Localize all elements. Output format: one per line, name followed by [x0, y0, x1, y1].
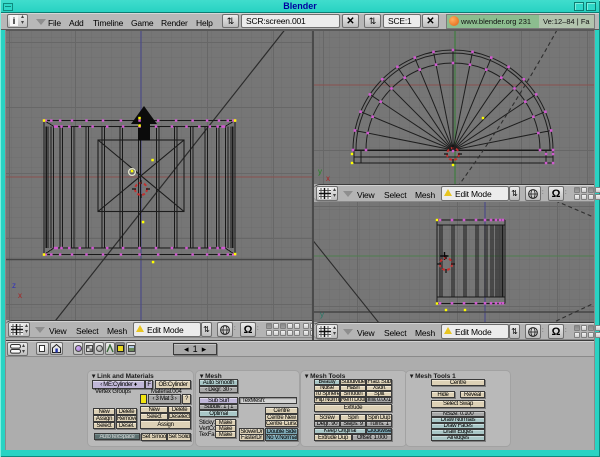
svg-text:y: y: [318, 167, 322, 176]
svg-text:x: x: [18, 291, 22, 300]
svg-text:y: y: [320, 310, 324, 319]
svg-text:x: x: [326, 174, 330, 183]
svg-text:z: z: [12, 281, 16, 290]
